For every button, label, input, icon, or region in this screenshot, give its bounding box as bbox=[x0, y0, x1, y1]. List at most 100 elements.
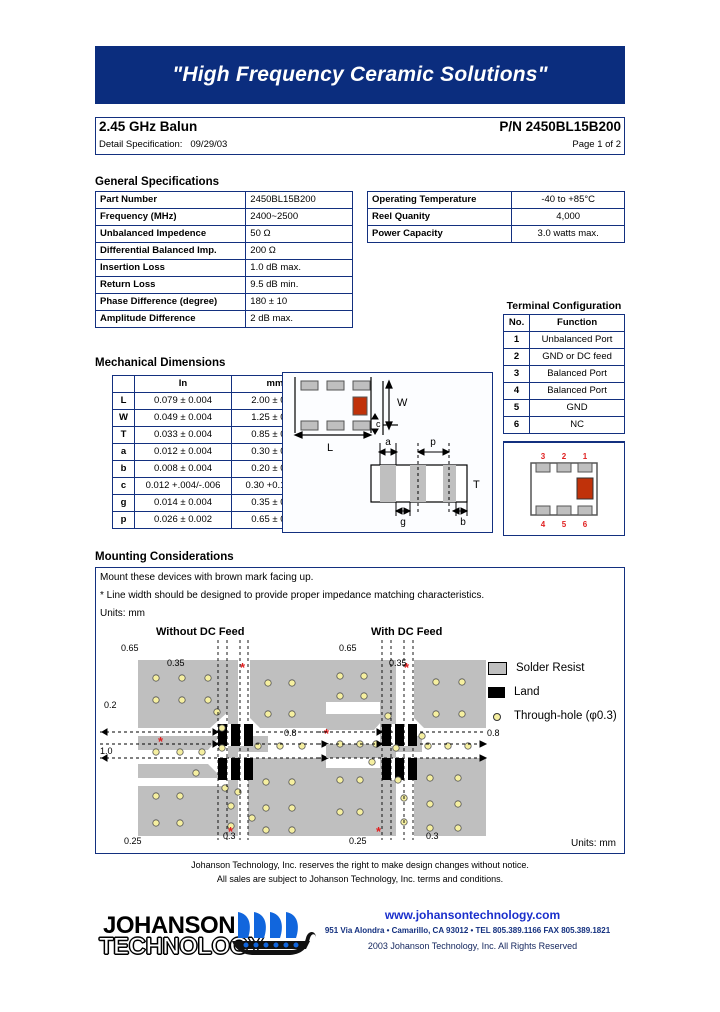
spec-label: Part Number bbox=[94, 191, 247, 209]
dim-right-0-3: 0.3 bbox=[426, 831, 439, 841]
spec-label: Return Loss bbox=[94, 276, 247, 294]
dim-right-0-65: 0.65 bbox=[339, 643, 357, 653]
spec-value: 180 ± 10 bbox=[245, 293, 353, 311]
mounting-note-1: Mount these devices with brown mark faci… bbox=[100, 572, 314, 583]
general-specs-heading: General Specifications bbox=[95, 176, 219, 188]
detail-spec-label: Detail Specification: bbox=[99, 139, 183, 150]
spec-label: Insertion Loss bbox=[94, 259, 247, 277]
banner-slogan: "High Frequency Ceramic Solutions" bbox=[172, 63, 548, 86]
terminal-no: 5 bbox=[502, 399, 531, 417]
table-row: 1 Unbalanced Port bbox=[502, 331, 625, 349]
terminal-no: 2 bbox=[502, 348, 531, 366]
spec-label: Amplitude Difference bbox=[94, 310, 247, 328]
svg-text:g: g bbox=[400, 517, 406, 528]
terminal-config-heading: Terminal Configuration bbox=[506, 300, 622, 312]
viking-ship-logo-icon bbox=[230, 908, 320, 963]
spec-label: Reel Quanity bbox=[366, 208, 513, 226]
solder-resist-swatch-icon bbox=[488, 661, 507, 675]
footer-copyright: 2003 Johanson Technology, Inc. All Right… bbox=[367, 941, 578, 951]
svg-text:b: b bbox=[460, 517, 466, 528]
table-row: Frequency (MHz) 2400~2500 bbox=[94, 208, 353, 226]
svg-text:6: 6 bbox=[583, 520, 588, 529]
svg-text:1: 1 bbox=[583, 452, 588, 461]
table-row: Part Number 2450BL15B200 bbox=[94, 191, 353, 209]
spec-value: 4,000 bbox=[511, 208, 625, 226]
table-row: 6 NC bbox=[502, 416, 625, 434]
spec-value: 9.5 dB min. bbox=[245, 276, 353, 294]
general-specs-table-right: Operating Temperature -40 to +85°C Reel Q… bbox=[366, 191, 625, 243]
table-row: Insertion Loss 1.0 dB max. bbox=[94, 259, 353, 277]
mech-in: 0.033 ± 0.004 bbox=[134, 426, 232, 444]
dim-left-1-0: 1.0 bbox=[100, 746, 113, 756]
mech-in: 0.014 ± 0.004 bbox=[134, 494, 232, 512]
dim-left-0-3: 0.3 bbox=[223, 831, 236, 841]
mech-in: 0.026 ± 0.002 bbox=[134, 511, 232, 529]
mech-symbol: L bbox=[112, 392, 135, 410]
general-specs-table-left: Part Number 2450BL15B200 Frequency (MHz) 2… bbox=[94, 191, 353, 328]
header-banner: "High Frequency Ceramic Solutions" bbox=[95, 46, 625, 104]
footer-website-link[interactable]: www.johansontechnology.com bbox=[320, 908, 625, 922]
table-row: Reel Quanity 4,000 bbox=[366, 208, 625, 226]
page-number: Page 1 of 2 bbox=[572, 139, 621, 150]
table-row: Power Capacity 3.0 watts max. bbox=[366, 225, 625, 243]
mechanical-dimensions-heading: Mechanical Dimensions bbox=[95, 357, 226, 369]
pcb-layout-without-dc-feed: * * * bbox=[100, 640, 330, 848]
table-row: Phase Difference (degree) 180 ± 10 bbox=[94, 293, 353, 311]
table-row: 5 GND bbox=[502, 399, 625, 417]
terminal-function: GND or DC feed bbox=[529, 348, 625, 366]
terminal-no: 1 bbox=[502, 331, 531, 349]
mech-in: 0.079 ± 0.004 bbox=[134, 392, 232, 410]
mech-in: 0.008 ± 0.004 bbox=[134, 460, 232, 478]
detail-spec-date: 09/29/03 bbox=[190, 139, 228, 150]
mounting-units-note: Units: mm bbox=[100, 608, 145, 619]
spec-label: Unbalanced Impedence bbox=[94, 225, 247, 243]
table-row: 2 GND or DC feed bbox=[502, 348, 625, 366]
footer-address: 951 Via Alondra • Camarillo, CA 93012 • … bbox=[324, 926, 611, 935]
mech-in: 0.012 +.004/-.006 bbox=[134, 477, 232, 495]
mech-symbol: p bbox=[112, 511, 135, 529]
svg-text:W: W bbox=[397, 397, 408, 409]
terminal-config-table: No. Function 1 Unbalanced Port 2 GND or DC… bbox=[502, 314, 625, 434]
through-hole-swatch-icon bbox=[488, 711, 505, 722]
dim-right-0-8: 0.8 bbox=[487, 728, 500, 738]
table-row: Operating Temperature -40 to +85°C bbox=[366, 191, 625, 209]
dim-right-0-35: 0.35 bbox=[389, 658, 407, 668]
spec-label: Power Capacity bbox=[366, 225, 513, 243]
pcb-layout-with-dc-feed: * * * bbox=[318, 640, 493, 848]
table-row: Amplitude Difference 2 dB max. bbox=[94, 310, 353, 328]
title-bar: 2.45 GHz Balun P/N 2450BL15B200 Detail S… bbox=[95, 117, 625, 155]
svg-text:p: p bbox=[430, 437, 436, 448]
spec-value: 2 dB max. bbox=[245, 310, 353, 328]
dim-left-0-65: 0.65 bbox=[121, 643, 139, 653]
mech-symbol: T bbox=[112, 426, 135, 444]
spec-value: 200 Ω bbox=[245, 242, 353, 260]
table-row: Return Loss 9.5 dB min. bbox=[94, 276, 353, 294]
terminal-function: Balanced Port bbox=[529, 382, 625, 400]
mech-symbol: W bbox=[112, 409, 135, 427]
legend-item-solder-resist: Solder Resist bbox=[488, 656, 617, 680]
spec-label: Phase Difference (degree) bbox=[94, 293, 247, 311]
dim-right-0-25: 0.25 bbox=[349, 836, 367, 846]
terminal-function: Unbalanced Port bbox=[529, 331, 625, 349]
legend-item-through-hole: Through-hole (φ0.3) bbox=[488, 704, 617, 728]
spec-label: Frequency (MHz) bbox=[94, 208, 247, 226]
mech-symbol: a bbox=[112, 443, 135, 461]
mounting-legend: Solder Resist Land Through-hole (φ0.3) bbox=[488, 656, 617, 728]
table-row: 4 Balanced Port bbox=[502, 382, 625, 400]
spec-value: 2400~2500 bbox=[245, 208, 353, 226]
terminal-no: 4 bbox=[502, 382, 531, 400]
svg-text:*: * bbox=[240, 660, 246, 675]
svg-text:c: c bbox=[376, 419, 381, 429]
mounting-note-2: * Line width should be designed to provi… bbox=[100, 590, 485, 601]
mech-in: 0.049 ± 0.004 bbox=[134, 409, 232, 427]
terminal-package-drawing: 3 2 1 4 5 6 bbox=[503, 441, 625, 536]
spec-label: Differential Balanced Imp. bbox=[94, 242, 247, 260]
table-row: Unbalanced Impedence 50 Ω bbox=[94, 225, 353, 243]
terminal-col-no: No. bbox=[502, 314, 531, 332]
mech-symbol: b bbox=[112, 460, 135, 478]
legend-label: Land bbox=[514, 686, 540, 698]
mech-symbol: g bbox=[112, 494, 135, 512]
svg-text:4: 4 bbox=[541, 520, 546, 529]
svg-text:5: 5 bbox=[562, 520, 567, 529]
mechanical-drawing: W c L a p T g b bbox=[282, 372, 493, 533]
